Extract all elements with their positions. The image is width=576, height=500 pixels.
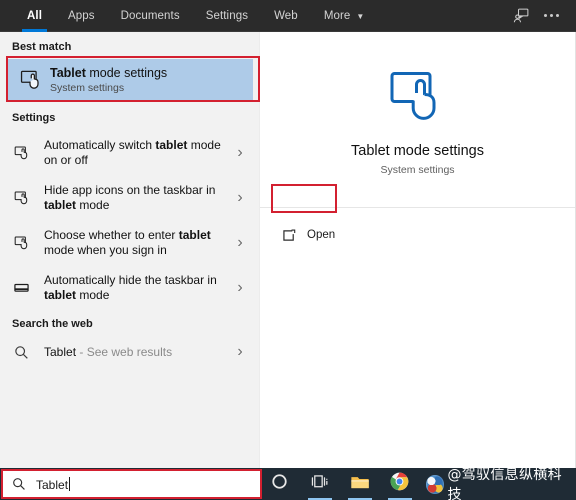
list-item-label: Choose whether to enter tablet mode when…	[44, 228, 227, 258]
label-part: Automatically switch	[44, 137, 156, 152]
open-button-label: Open	[307, 229, 336, 241]
label-part: Choose whether to enter	[44, 227, 179, 242]
tab-more-label: More	[323, 9, 351, 22]
tablet-mode-icon	[14, 70, 50, 90]
label-part: Automatically hide the taskbar in	[44, 272, 217, 287]
label-part: Hide app icons on the taskbar in	[44, 182, 216, 197]
label-part: mode	[76, 287, 110, 302]
search-icon	[14, 345, 44, 360]
task-view-button[interactable]	[300, 468, 340, 500]
watermark: @驾驭信息纵横科技	[425, 464, 576, 500]
tablet-mode-icon	[14, 235, 44, 250]
ellipsis-icon[interactable]	[536, 0, 566, 32]
cortana-button[interactable]	[260, 468, 300, 500]
tabbar-actions	[506, 0, 576, 32]
tab-settings[interactable]: Settings	[193, 0, 261, 32]
search-input-value: Tablet	[36, 476, 71, 492]
tab-more[interactable]: More ▼	[311, 0, 378, 32]
tab-all[interactable]: All	[14, 0, 55, 32]
tab-settings-label: Settings	[205, 9, 249, 22]
search-tabbar: All Apps Documents Settings Web More ▼	[0, 0, 576, 32]
label-part-bold: tablet	[44, 197, 77, 212]
list-item-label: Automatically switch tablet mode on or o…	[44, 138, 227, 168]
label-part-bold: tablet	[155, 137, 188, 152]
preview-title: Tablet mode settings	[351, 142, 484, 159]
chrome-icon	[390, 472, 409, 496]
list-item-web-label: Tablet - See web results	[44, 345, 227, 360]
chevron-right-icon[interactable]: ›	[227, 234, 253, 252]
list-item[interactable]: Automatically switch tablet mode on or o…	[0, 130, 259, 175]
preview-actions: Open	[260, 208, 575, 248]
text-cursor	[69, 476, 71, 491]
tab-list: All Apps Documents Settings Web More ▼	[14, 0, 377, 32]
preview-subtitle: System settings	[380, 163, 455, 176]
label-part: mode	[76, 197, 110, 212]
tab-apps[interactable]: Apps	[55, 0, 108, 32]
watermark-text: @驾驭信息纵横科技	[447, 467, 562, 500]
folder-icon	[350, 474, 370, 495]
feedback-person-icon[interactable]	[506, 0, 536, 32]
search-input[interactable]: Tablet	[2, 470, 260, 498]
web-query: Tablet	[44, 344, 77, 359]
list-item-label: Automatically hide the taskbar in tablet…	[44, 273, 227, 303]
best-match-title-bold: Tablet	[50, 65, 86, 80]
open-external-icon	[282, 229, 297, 242]
list-item[interactable]: Hide app icons on the taskbar in tablet …	[0, 175, 259, 220]
list-item[interactable]: Automatically hide the taskbar in tablet…	[0, 265, 259, 310]
tab-documents-label: Documents	[120, 9, 180, 22]
tablet-mode-icon	[14, 190, 44, 205]
search-web-heading: Search the web	[12, 318, 93, 330]
list-item[interactable]: Choose whether to enter tablet mode when…	[0, 220, 259, 265]
windows-search-screen: All Apps Documents Settings Web More ▼ B…	[0, 0, 576, 500]
results-pane: Best match Tablet mode settings System s…	[0, 32, 260, 468]
tablet-mode-icon	[14, 145, 44, 160]
tab-all-label: All	[27, 9, 42, 22]
label-part: mode when you sign in	[44, 242, 167, 257]
label-part-bold: tablet	[178, 227, 211, 242]
tablet-mode-icon-large	[387, 70, 449, 129]
chevron-right-icon[interactable]: ›	[227, 343, 253, 361]
chevron-right-icon[interactable]: ›	[227, 279, 253, 297]
best-match-subtitle: System settings	[50, 81, 125, 94]
file-explorer-button[interactable]	[340, 468, 380, 500]
web-hint: - See web results	[76, 344, 173, 359]
search-body: Best match Tablet mode settings System s…	[0, 32, 576, 468]
watermark-logo-icon	[425, 474, 445, 494]
tab-web[interactable]: Web	[261, 0, 311, 32]
tab-documents[interactable]: Documents	[108, 0, 193, 32]
chevron-right-icon[interactable]: ›	[227, 144, 253, 162]
best-match-result[interactable]: Tablet mode settings System settings	[6, 59, 253, 101]
best-match-wrapper: Tablet mode settings System settings	[0, 59, 259, 101]
search-icon	[12, 477, 26, 491]
chevron-right-icon[interactable]: ›	[227, 189, 253, 207]
chevron-down-icon: ▼	[356, 11, 365, 21]
label-part-bold: tablet	[44, 287, 77, 302]
list-item-web[interactable]: Tablet - See web results ›	[0, 336, 259, 368]
best-match-heading: Best match	[12, 41, 72, 53]
tab-apps-label: Apps	[68, 9, 95, 22]
windows-taskbar: Tablet @驾驭信息纵横科技	[0, 467, 576, 500]
best-match-title-rest: mode settings	[85, 65, 168, 80]
preview-header: Tablet mode settings System settings	[260, 32, 575, 207]
search-text: Tablet	[36, 477, 69, 492]
settings-heading: Settings	[12, 112, 56, 124]
chrome-button[interactable]	[380, 468, 420, 500]
cortana-circle-icon	[271, 473, 288, 495]
open-button[interactable]: Open	[274, 222, 347, 248]
task-view-icon	[311, 474, 329, 494]
taskbar-icon	[14, 281, 44, 295]
preview-pane: Tablet mode settings System settings Ope…	[260, 32, 576, 468]
best-match-text: Tablet mode settings System settings	[50, 66, 167, 95]
list-item-label: Hide app icons on the taskbar in tablet …	[44, 183, 227, 213]
best-match-title: Tablet mode settings	[50, 66, 167, 81]
ellipsis-dots	[543, 14, 559, 17]
tab-web-label: Web	[274, 9, 298, 22]
